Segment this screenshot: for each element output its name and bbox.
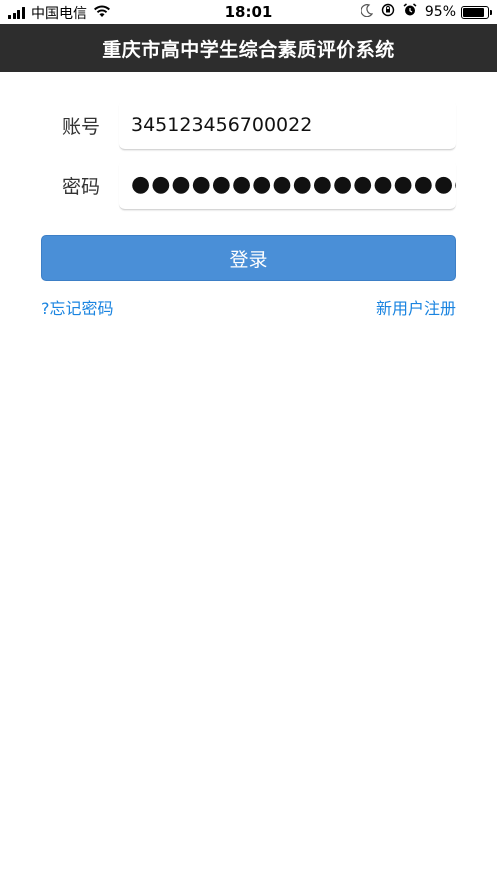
battery-fill — [463, 7, 484, 17]
battery-percent: 95% — [424, 4, 456, 20]
login-button[interactable]: 登录 — [41, 235, 456, 281]
orientation-lock-icon — [381, 3, 395, 21]
forgot-password-link[interactable]: ?忘记密码 — [41, 295, 114, 319]
account-label: 账号 — [62, 116, 101, 138]
status-right: 95% — [360, 3, 492, 21]
status-bar: 中国电信 18:01 95% — [0, 0, 497, 24]
battery-icon — [461, 5, 492, 19]
password-row: 密码 ●●●●●●●●●●●●●●●●●●● — [0, 160, 497, 212]
login-form: 账号 345123456700022 密码 ●●●●●●●●●●●●●●●●●●… — [0, 72, 497, 883]
page-title: 重庆市高中学生综合素质评价系统 — [102, 38, 395, 61]
password-label: 密码 — [62, 176, 101, 198]
account-input[interactable]: 345123456700022 — [119, 100, 456, 150]
alarm-icon — [403, 3, 417, 21]
moon-icon — [360, 3, 374, 21]
app-header: 重庆市高中学生综合素质评价系统 — [0, 24, 497, 72]
account-row: 账号 345123456700022 — [0, 100, 497, 152]
password-input[interactable]: ●●●●●●●●●●●●●●●●●●● — [119, 160, 456, 210]
register-link[interactable]: 新用户注册 — [376, 295, 456, 319]
